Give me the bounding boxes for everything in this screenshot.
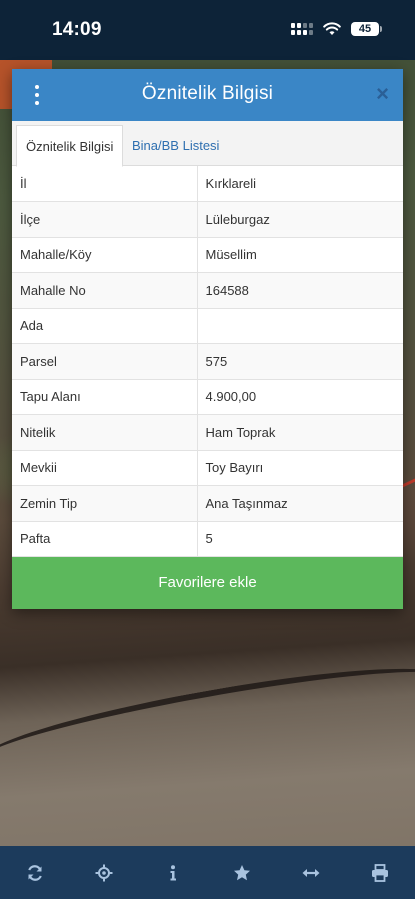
attribute-info-modal: Öznitelik Bilgisi × Öznitelik Bilgisi Bi… bbox=[12, 69, 403, 609]
info-icon[interactable] bbox=[161, 863, 185, 883]
row-key-pafta: Pafta bbox=[12, 521, 198, 557]
table-row: İlçe Lüleburgaz bbox=[12, 201, 403, 238]
table-row: İl Kırklareli bbox=[12, 166, 403, 202]
close-icon[interactable]: × bbox=[376, 82, 389, 106]
row-key-ada: Ada bbox=[12, 308, 198, 344]
refresh-icon[interactable] bbox=[23, 863, 47, 883]
status-icons: 45 bbox=[291, 22, 382, 36]
table-row: Mahalle No 164588 bbox=[12, 272, 403, 309]
print-icon[interactable] bbox=[368, 863, 392, 883]
table-row: Pafta 5 bbox=[12, 521, 403, 557]
table-row: Zemin Tip Ana Taşınmaz bbox=[12, 485, 403, 522]
row-key-nitelik: Nitelik bbox=[12, 414, 198, 451]
attribute-table: İl Kırklareli İlçe Lüleburgaz Mahalle/Kö… bbox=[12, 166, 403, 557]
table-row: Parsel 575 bbox=[12, 343, 403, 380]
status-bar: 14:09 45 bbox=[0, 0, 415, 60]
row-value-pafta: 5 bbox=[197, 521, 403, 557]
bottom-toolbar bbox=[0, 846, 415, 899]
battery-icon: 45 bbox=[351, 22, 382, 36]
row-value-nitelik: Ham Toprak bbox=[197, 414, 403, 451]
tab-attribute-info[interactable]: Öznitelik Bilgisi bbox=[16, 125, 124, 167]
tab-bar: Öznitelik Bilgisi Bina/BB Listesi bbox=[12, 121, 403, 167]
row-value-mevkii: Toy Bayırı bbox=[197, 450, 403, 486]
row-value-zemin-tip: Ana Taşınmaz bbox=[197, 485, 403, 522]
table-row: Ada bbox=[12, 308, 403, 344]
row-key-mahalle-no: Mahalle No bbox=[12, 272, 198, 309]
row-value-ilce: Lüleburgaz bbox=[197, 201, 403, 238]
table-row: Mevkii Toy Bayırı bbox=[12, 450, 403, 486]
locate-icon[interactable] bbox=[92, 863, 116, 883]
row-key-ilce: İlçe bbox=[12, 201, 198, 238]
status-time: 14:09 bbox=[52, 19, 102, 40]
add-to-favorites-button[interactable]: Favorilere ekle bbox=[12, 557, 403, 609]
modal-title: Öznitelik Bilgisi bbox=[141, 83, 274, 104]
row-value-parsel: 575 bbox=[197, 343, 403, 380]
cellular-signal-icon bbox=[291, 23, 313, 35]
row-key-zemin-tip: Zemin Tip bbox=[12, 485, 198, 522]
wifi-icon bbox=[323, 22, 341, 35]
row-key-mahalle-koy: Mahalle/Köy bbox=[12, 237, 198, 273]
table-row: Tapu Alanı 4.900,00 bbox=[12, 379, 403, 415]
row-value-tapu-alani: 4.900,00 bbox=[197, 379, 403, 415]
measure-icon[interactable] bbox=[299, 863, 323, 883]
row-value-il: Kırklareli bbox=[197, 166, 403, 202]
row-value-ada bbox=[197, 308, 403, 344]
row-key-il: İl bbox=[12, 166, 198, 202]
row-value-mahalle-no: 164588 bbox=[197, 272, 403, 309]
table-row: Nitelik Ham Toprak bbox=[12, 414, 403, 451]
row-key-tapu-alani: Tapu Alanı bbox=[12, 379, 198, 415]
star-icon[interactable] bbox=[230, 863, 254, 883]
tab-building-list[interactable]: Bina/BB Listesi bbox=[123, 125, 228, 166]
row-value-mahalle-koy: Müsellim bbox=[197, 237, 403, 273]
row-key-parsel: Parsel bbox=[12, 343, 198, 380]
table-row: Mahalle/Köy Müsellim bbox=[12, 237, 403, 273]
row-key-mevkii: Mevkii bbox=[12, 450, 198, 486]
modal-header: Öznitelik Bilgisi × bbox=[12, 69, 403, 121]
